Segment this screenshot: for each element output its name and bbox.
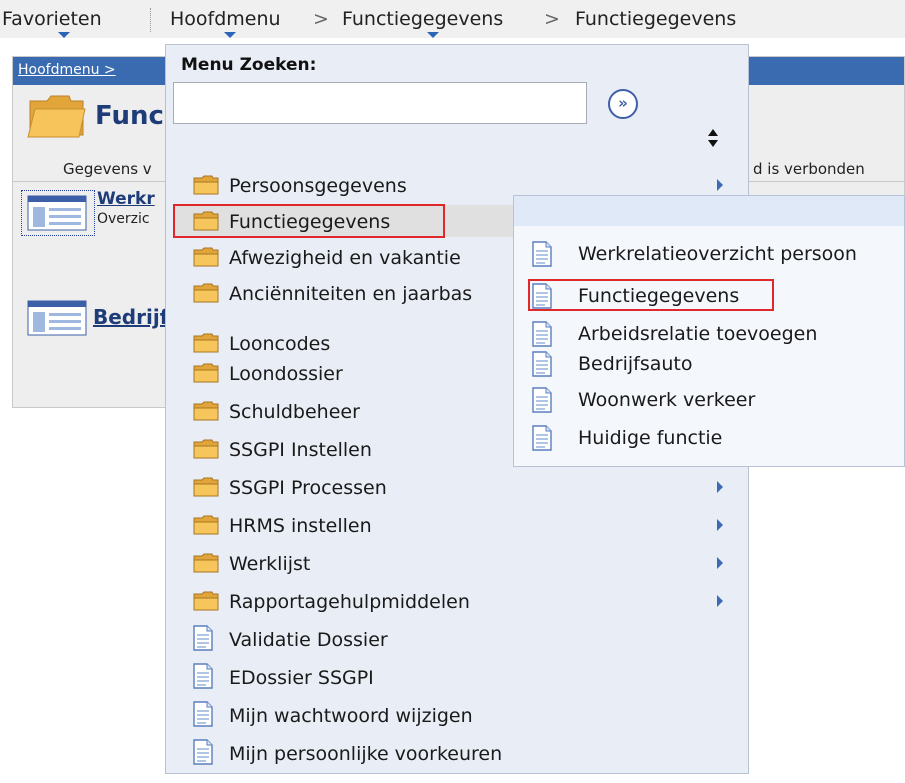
menu-item-label: Mijn wachtwoord wijzigen [229,705,473,727]
menu-item-label: Afwezigheid en vakantie [229,247,461,269]
menu-item-hrms-instellen[interactable]: HRMS instellen [173,509,743,541]
main-menu[interactable]: Hoofdmenu [170,8,281,30]
document-icon [193,739,213,769]
document-icon [193,701,213,731]
menu-item-label: Rapportagehulpmiddelen [229,591,470,613]
folder-icon [193,477,219,501]
folder-icon [193,401,219,425]
menu-item-label: SSGPI Processen [229,477,387,499]
page-link-bedrijf[interactable]: Bedrijf [93,305,168,329]
menu-item-mijn-persoonlijke-voorkeuren[interactable]: Mijn persoonlijke voorkeuren [173,737,743,769]
document-icon [532,387,552,417]
menu-item-ssgpi-processen[interactable]: SSGPI Processen [173,471,743,503]
breadcrumb-dropdown-arrow-icon[interactable] [427,32,439,38]
favorites-dropdown-arrow-icon[interactable] [58,32,70,38]
menu-item-label: SSGPI Instellen [229,439,372,461]
page-link-werkrelatie[interactable]: Werkr [97,189,155,209]
form-icon [27,300,87,336]
folder-icon [193,439,219,463]
menu-item-label: Looncodes [229,333,331,355]
folder-icon [193,553,219,577]
folder-icon [193,283,219,307]
menu-item-rapportagehulpmiddelen[interactable]: Rapportagehulpmiddelen [173,585,743,617]
menu-item-label: Schuldbeheer [229,401,360,423]
sort-icon[interactable] [707,127,719,149]
breadcrumb-functiegegevens-1[interactable]: Functiegegevens [342,8,503,30]
folder-icon [193,333,219,357]
submenu-item-label: Woonwerk verkeer [578,389,756,411]
submenu-arrow-icon [717,519,723,531]
highlight-box [528,279,774,311]
breadcrumb-functiegegevens-2: Functiegegevens [575,8,737,30]
submenu-item-label: Huidige functie [578,427,723,449]
document-icon [532,241,552,271]
folder-icon [193,515,219,539]
folder-icon [193,247,219,271]
submenu-arrow-icon [717,595,723,607]
menu-item-label: Persoonsgegevens [229,175,407,197]
document-icon [193,663,213,693]
menu-item-werklijst[interactable]: Werklijst [173,547,743,579]
page-title: Func [95,101,164,131]
menu-search-go-button[interactable]: » [608,89,638,119]
nav-divider [150,8,152,32]
form-icon [27,195,87,231]
functiegegevens-submenu: Werkrelatieoverzicht persoon Functiegegev… [513,195,905,467]
page-description-right: d is verbonden [753,160,865,178]
submenu-item-label: Arbeidsrelatie toevoegen [578,323,818,345]
favorites-menu[interactable]: Favorieten [2,8,102,30]
menu-item-mijn-wachtwoord-wijzigen[interactable]: Mijn wachtwoord wijzigen [173,699,743,731]
submenu-item-woonwerk-verkeer[interactable]: Woonwerk verkeer [514,382,904,418]
submenu-item-label: Bedrijfsauto [578,353,693,375]
highlight-box [173,204,445,238]
menu-item-label: Anciënniteiten en jaarbas [229,283,473,305]
folder-icon [193,175,219,199]
menu-item-label: Werklijst [229,553,311,575]
page-description: Gegevens v [63,160,152,178]
top-navigation-bar: Favorieten Hoofdmenu > Functiegegevens >… [0,0,905,38]
submenu-item-bedrijfsauto[interactable]: Bedrijfsauto [514,346,904,382]
document-icon [193,625,213,655]
folder-icon [27,95,86,138]
submenu-header [514,196,904,226]
submenu-arrow-icon [717,481,723,493]
submenu-item-huidige-functie[interactable]: Huidige functie [514,420,904,456]
submenu-item-label: Werkrelatieoverzicht persoon [578,243,857,265]
menu-item-label: Validatie Dossier [229,629,388,651]
folder-icon [193,363,219,387]
menu-search-input[interactable] [173,82,587,124]
main-menu-dropdown-arrow-icon[interactable] [224,32,236,38]
breadcrumb-separator: > [313,8,329,30]
menu-item-label: HRMS instellen [229,515,372,537]
submenu-arrow-icon [717,557,723,569]
menu-item-label: Mijn persoonlijke voorkeuren [229,743,503,765]
submenu-arrow-icon [717,179,723,191]
menu-item-label: EDossier SSGPI [229,667,374,689]
submenu-item-werkrelatieoverzicht-persoon[interactable]: Werkrelatieoverzicht persoon [514,236,904,272]
folder-icon [193,591,219,615]
page-link-description: Overzic [97,211,150,227]
menu-item-edossier-ssgpi[interactable]: EDossier SSGPI [173,661,743,693]
menu-search-label: Menu Zoeken: [181,55,317,75]
menu-item-validatie-dossier[interactable]: Validatie Dossier [173,623,743,655]
breadcrumb-separator: > [544,8,560,30]
page-breadcrumb[interactable]: Hoofdmenu > [18,62,116,78]
document-icon [532,425,552,455]
menu-item-label: Loondossier [229,363,343,385]
document-icon [532,351,552,381]
